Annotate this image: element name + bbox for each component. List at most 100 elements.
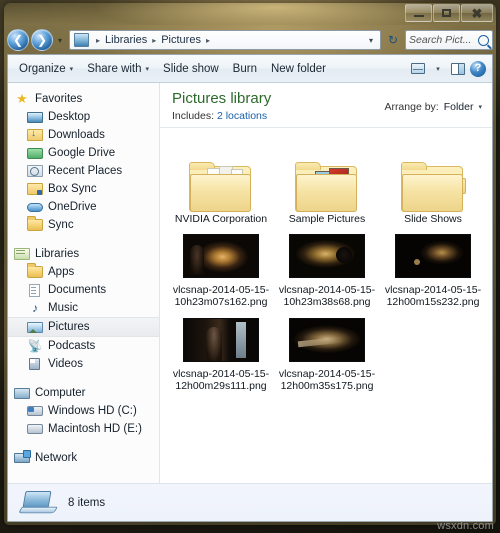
sidebar-label: Pictures	[48, 321, 90, 333]
arrange-by-control[interactable]: Arrange by: Folder ▾	[384, 91, 482, 113]
new-folder-button[interactable]: New folder	[264, 60, 333, 78]
list-item[interactable]: NVIDIA Corporation	[168, 136, 274, 225]
preview-pane-icon	[451, 62, 465, 75]
title-bar: ✖	[4, 3, 496, 25]
list-item[interactable]: vlcsnap-2014-05-15-12h00m35s175.png	[274, 313, 380, 393]
sidebar-item-libraries[interactable]: Libraries	[8, 245, 159, 263]
music-icon: ♪	[32, 301, 38, 315]
close-icon: ✖	[471, 5, 483, 21]
forward-button[interactable]: ❯	[31, 29, 53, 51]
sidebar-item-music[interactable]: ♪ Music	[8, 299, 159, 317]
content-pane: Pictures library Includes: 2 locations A…	[160, 83, 492, 483]
sidebar-item-downloads[interactable]: Downloads	[8, 126, 159, 144]
folder-icon	[27, 218, 43, 232]
list-item[interactable]: vlcsnap-2014-05-15-12h00m29s111.png	[168, 313, 274, 393]
nav-group-network: Network	[8, 449, 159, 467]
items-view[interactable]: NVIDIA Corporation Sample Pictures Slide…	[160, 128, 492, 484]
burn-button[interactable]: Burn	[226, 60, 264, 78]
item-thumbnail	[380, 229, 486, 283]
breadcrumb-separator: ▸	[96, 35, 101, 45]
image-thumbnail	[395, 233, 471, 278]
arrange-by-value[interactable]: Folder	[444, 101, 474, 113]
forward-arrow-icon: ❯	[36, 33, 48, 47]
view-dropdown-button[interactable]: ▾	[428, 59, 448, 79]
command-toolbar: Organize ▾ Share with ▾ Slide show Burn …	[8, 55, 492, 83]
nav-group-computer: Computer Windows HD (C:) Macintosh HD (E…	[8, 384, 159, 438]
navigation-pane[interactable]: ★ Favorites Desktop Downloads Google Dri…	[8, 83, 160, 483]
chevron-down-icon[interactable]: ▾	[478, 103, 482, 111]
watermark: wsxdn.com	[437, 520, 494, 532]
folder-photos-icon	[295, 158, 359, 212]
close-button[interactable]: ✖	[461, 4, 493, 22]
locations-link[interactable]: 2 locations	[217, 110, 267, 122]
list-item[interactable]: vlcsnap-2014-05-15-10h23m07s162.png	[168, 229, 274, 309]
library-header: Pictures library Includes: 2 locations A…	[160, 83, 492, 128]
sidebar-item-macintosh-hd-e[interactable]: Macintosh HD (E:)	[8, 420, 159, 438]
sidebar-item-recent-places[interactable]: Recent Places	[8, 162, 159, 180]
image-thumbnail	[183, 233, 259, 278]
chevron-down-icon: ▾	[69, 65, 74, 73]
help-icon: ?	[470, 60, 486, 77]
address-bar-row: ❮ ❯ ▾ ▸ Libraries ▸ Pictures ▸ ▾ ↻ Searc…	[4, 25, 496, 55]
sidebar-item-windows-hd-c[interactable]: Windows HD (C:)	[8, 402, 159, 420]
item-label: vlcsnap-2014-05-15-12h00m15s232.png	[384, 283, 482, 309]
sidebar-label: Box Sync	[48, 183, 97, 195]
sidebar-label: Windows HD (C:)	[48, 405, 137, 417]
sidebar-item-pictures[interactable]: Pictures	[8, 317, 159, 337]
breadcrumb-separator[interactable]: ▸	[148, 36, 160, 45]
help-button[interactable]: ?	[468, 59, 488, 79]
sidebar-item-videos[interactable]: Videos	[8, 355, 159, 373]
search-box[interactable]: Search Pict...	[405, 30, 493, 50]
refresh-button[interactable]: ↻	[383, 30, 403, 50]
includes-label: Includes:	[172, 109, 215, 122]
sidebar-item-computer[interactable]: Computer	[8, 384, 159, 402]
sidebar-item-onedrive[interactable]: OneDrive	[8, 198, 159, 216]
change-view-button[interactable]	[408, 59, 428, 79]
image-thumbnail	[289, 233, 365, 278]
image-thumbnail	[289, 317, 365, 362]
library-icon	[74, 33, 89, 47]
list-item[interactable]: vlcsnap-2014-05-15-10h23m38s68.png	[274, 229, 380, 309]
sidebar-item-podcasts[interactable]: 📡 Podcasts	[8, 337, 159, 355]
chevron-down-icon[interactable]: ▾	[364, 36, 378, 45]
slide-show-button[interactable]: Slide show	[156, 60, 226, 78]
item-thumbnail	[168, 136, 274, 212]
downloads-icon	[27, 128, 43, 142]
history-dropdown-button[interactable]: ▾	[54, 36, 66, 45]
arrange-by-label: Arrange by:	[384, 101, 439, 113]
breadcrumb-separator[interactable]: ▸	[202, 36, 214, 45]
list-item[interactable]: vlcsnap-2014-05-15-12h00m15s232.png	[380, 229, 486, 309]
item-label: Slide Shows	[404, 212, 462, 225]
item-thumbnail	[168, 229, 274, 283]
libraries-icon	[14, 247, 30, 261]
item-label: vlcsnap-2014-05-15-10h23m07s162.png	[172, 283, 270, 309]
sidebar-label: Documents	[48, 284, 107, 296]
breadcrumb-libraries[interactable]: Libraries	[104, 34, 148, 46]
back-button[interactable]: ❮	[7, 29, 29, 51]
item-thumbnail	[168, 313, 274, 367]
breadcrumb-pictures[interactable]: Pictures	[160, 34, 202, 46]
chevron-down-icon: ▾	[145, 65, 150, 73]
sidebar-item-desktop[interactable]: Desktop	[8, 108, 159, 126]
organize-button[interactable]: Organize ▾	[12, 60, 80, 78]
sidebar-item-favorites[interactable]: ★ Favorites	[8, 90, 159, 108]
computer-icon	[18, 489, 58, 517]
sidebar-item-box-sync[interactable]: Box Sync	[8, 180, 159, 198]
list-item[interactable]: Sample Pictures	[274, 136, 380, 225]
minimize-button[interactable]	[405, 4, 432, 22]
item-count-label: 8 items	[68, 496, 106, 509]
sidebar-item-network[interactable]: Network	[8, 449, 159, 467]
list-item[interactable]: Slide Shows	[380, 136, 486, 225]
sidebar-label: Network	[35, 452, 78, 464]
preview-pane-button[interactable]	[448, 59, 468, 79]
share-with-button[interactable]: Share with ▾	[80, 60, 156, 78]
maximize-button[interactable]	[433, 4, 460, 22]
maximize-icon	[442, 9, 451, 17]
sidebar-item-sync[interactable]: Sync	[8, 216, 159, 234]
sidebar-item-apps[interactable]: Apps	[8, 263, 159, 281]
sidebar-item-documents[interactable]: Documents	[8, 281, 159, 299]
sidebar-item-google-drive[interactable]: Google Drive	[8, 144, 159, 162]
address-bar[interactable]: ▸ Libraries ▸ Pictures ▸ ▾	[69, 30, 381, 50]
videos-icon	[27, 357, 43, 371]
search-input[interactable]: Search Pict...	[409, 34, 478, 46]
